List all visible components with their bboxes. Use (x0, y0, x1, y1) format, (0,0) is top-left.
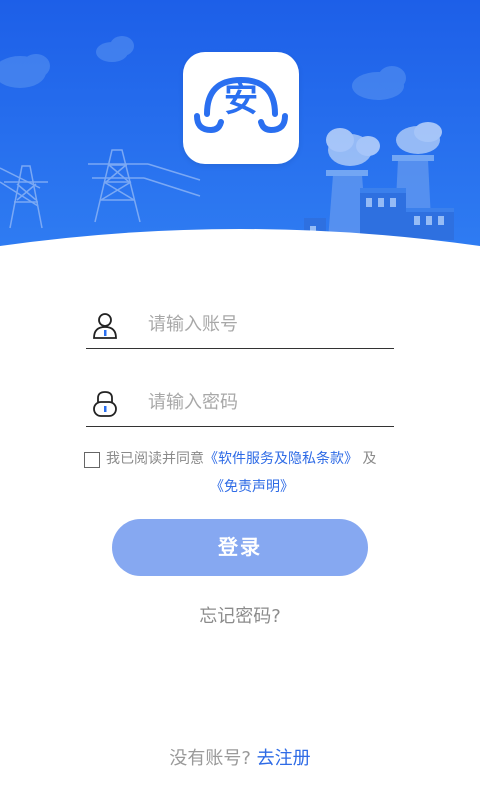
logo-character: 安 (224, 80, 258, 120)
agree-checkbox[interactable] (84, 452, 100, 468)
header-banner: 安 (0, 0, 480, 250)
forgot-password-link[interactable]: 忘记密码? (0, 604, 480, 630)
account-input[interactable]: 请输入账号 (86, 302, 394, 349)
user-icon (93, 313, 117, 339)
no-account-text: 没有账号? (169, 748, 251, 769)
lock-icon (93, 391, 117, 417)
login-button[interactable]: 登录 (112, 519, 368, 576)
disclaimer-link[interactable]: 《免责声明》 (210, 479, 294, 495)
app-logo: 安 (183, 52, 299, 164)
password-input[interactable]: 请输入密码 (86, 380, 394, 427)
register-link[interactable]: 去注册 (257, 748, 311, 769)
account-placeholder: 请输入账号 (148, 314, 238, 335)
privacy-terms-link[interactable]: 《软件服务及隐私条款》 (204, 451, 358, 467)
agreement-text: 我已阅读并同意《软件服务及隐私条款》 及 (106, 448, 376, 471)
agree-prefix: 我已阅读并同意 (106, 451, 204, 467)
agreement-text-line2: 《免责声明》 (210, 476, 294, 499)
register-prompt: 没有账号? 去注册 (0, 746, 480, 772)
agree-and: 及 (362, 451, 377, 467)
password-placeholder: 请输入密码 (148, 392, 238, 413)
